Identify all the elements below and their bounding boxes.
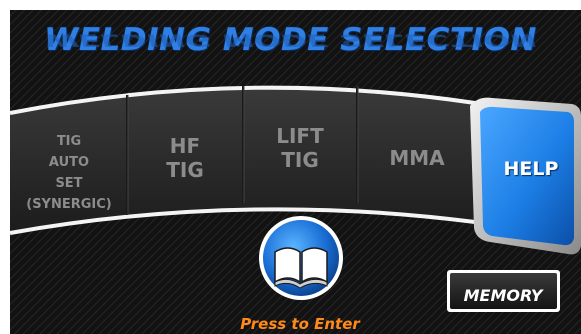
book-icon[interactable] — [259, 216, 343, 300]
mode-lift-tig-button[interactable]: LIFT TIG — [243, 124, 357, 172]
page-title: WELDING MODE SELECTION — [44, 22, 537, 58]
memory-button[interactable]: MEMORY — [450, 286, 556, 305]
mode-hf-tig-button[interactable]: HF TIG — [127, 134, 243, 182]
help-button[interactable]: HELP — [485, 158, 577, 180]
mode-tig-auto-set-button[interactable]: TIG AUTO SET (SYNERGIC) — [12, 131, 126, 215]
mode-mma-button[interactable]: MMA — [357, 146, 477, 170]
welding-mode-screen: WELDING MODE SELECTION WELDING MODE SELE… — [0, 0, 581, 334]
press-to-enter-caption: Press to Enter — [240, 315, 360, 333]
